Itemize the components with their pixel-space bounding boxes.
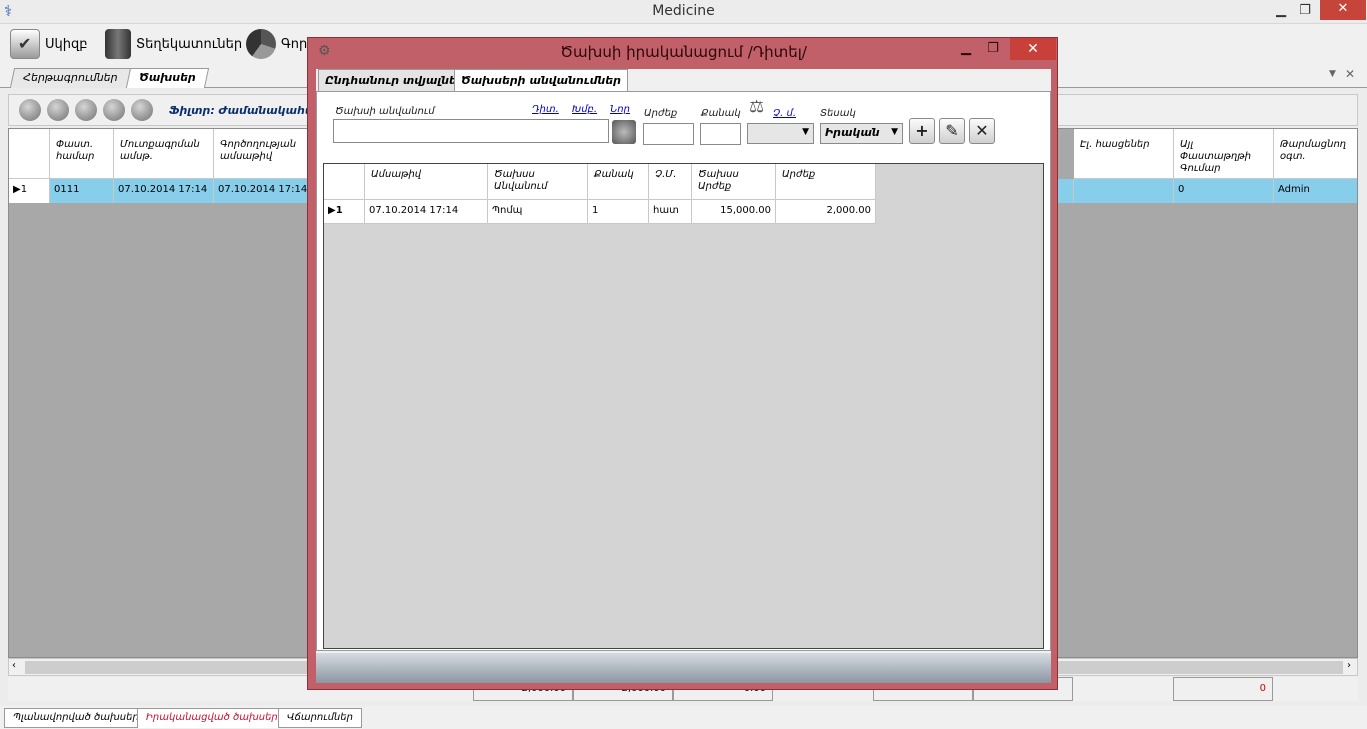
table-cell[interactable]: 0: [1174, 179, 1274, 203]
type-label: Տեսակ: [820, 108, 856, 119]
book-icon: [105, 29, 131, 59]
tab-expenses-label: Ծախսեր: [139, 71, 196, 84]
home-button[interactable]: ✔ Սկիզբ: [10, 28, 88, 60]
add-record-icon[interactable]: [19, 99, 41, 121]
table-cell[interactable]: [1074, 179, 1174, 203]
scroll-left-icon[interactable]: ‹: [12, 660, 16, 671]
bottom-tab-payments[interactable]: Վճարումներ: [278, 708, 362, 728]
column-header[interactable]: Թարմացնող օգտ.: [1274, 129, 1357, 179]
tab-close-icon[interactable]: ✕: [1345, 67, 1355, 81]
title-bar: ⚕ Medicine ▁ ❐ ✕: [0, 0, 1367, 24]
name-input[interactable]: [333, 119, 609, 143]
group-link[interactable]: Խմբ.: [572, 104, 597, 115]
dialog-tab-expense-names[interactable]: Ծախսերի անվանումներ: [454, 69, 628, 91]
table-cell[interactable]: Պոմպ: [488, 200, 588, 224]
close-button[interactable]: ✕: [1320, 0, 1366, 20]
bottom-tabs: Պլանավորված ծախսեր Իրականացված ծախսեր Վճ…: [0, 706, 1367, 729]
dialog-minimize-button[interactable]: ▁: [954, 41, 978, 59]
edit-icon: ✎: [945, 121, 959, 140]
bottom-tab-executed[interactable]: Իրականացված ծախսեր: [137, 708, 287, 728]
scroll-right-icon[interactable]: ›: [1347, 660, 1351, 671]
row-header-corner: [324, 164, 365, 200]
chart-icon: [246, 29, 276, 59]
type-select-value: Իրական: [825, 126, 880, 139]
home-label: Սկիզբ: [45, 36, 88, 52]
column-header[interactable]: Ծախսս Արժեք: [692, 164, 776, 200]
maximize-button[interactable]: ❐: [1294, 2, 1316, 20]
tab-queue-label: Հերթագրումներ: [23, 71, 118, 84]
dialog-footer: [316, 653, 1051, 683]
delete-button[interactable]: ✕: [969, 118, 995, 144]
delete-record-icon[interactable]: [131, 99, 153, 121]
total-value: 0: [1173, 677, 1273, 701]
row-marker[interactable]: ▶1: [9, 179, 50, 203]
search-link[interactable]: Դիտ.: [532, 104, 559, 115]
row-header-corner: [9, 129, 50, 179]
column-header[interactable]: Ծախսս Անվանում: [488, 164, 588, 200]
column-header[interactable]: Փաստ. համար: [50, 129, 114, 179]
edit-button[interactable]: ✎: [939, 118, 965, 144]
dialog-title: Ծախսի իրականացում /Դիտել/: [560, 43, 807, 61]
column-header[interactable]: Արժեք: [776, 164, 876, 200]
price-label: Արժեք: [644, 108, 678, 119]
directories-button[interactable]: Տեղեկատուներ: [105, 28, 242, 60]
column-header[interactable]: Քանակ: [588, 164, 649, 200]
column-header[interactable]: Մուտքագրման ամսթ.: [114, 129, 214, 179]
type-select[interactable]: Իրական ▼: [820, 123, 903, 144]
add-button[interactable]: +: [909, 118, 935, 144]
column-header[interactable]: Այլ Փաստաթղթի Գումար: [1174, 129, 1274, 179]
tab-queue[interactable]: Հերթագրումներ: [9, 68, 131, 88]
name-label: Ծախսի անվանում: [335, 106, 435, 117]
qty-input[interactable]: [700, 123, 741, 145]
filter-label: Ֆիլտր: Ժամանակահատ: [169, 104, 328, 117]
table-cell[interactable]: 0111: [50, 179, 114, 203]
expense-names-grid: Ամսաթիվ Ծախսս Անվանում Քանակ Չ.Մ. Ծախսս …: [323, 163, 1044, 649]
row-marker[interactable]: ▶1: [324, 200, 365, 224]
home-icon: ✔: [10, 29, 40, 59]
tab-dropdown-icon[interactable]: ▼: [1329, 69, 1336, 79]
price-input[interactable]: [643, 123, 694, 145]
table-cell[interactable]: 2,000.00: [776, 200, 876, 224]
expense-dialog: ⚙ Ծախսի իրականացում /Դիտել/ ▁ ❐ ✕ Ընդհան…: [307, 37, 1058, 690]
qty-label: Քանակ: [701, 108, 741, 119]
scales-icon: ⚖: [749, 97, 765, 117]
search-record-icon[interactable]: [75, 99, 97, 121]
minimize-button[interactable]: ▁: [1270, 2, 1292, 20]
dialog-tab-general[interactable]: Ընդհանուր տվյալներ: [318, 69, 472, 91]
unit-link[interactable]: Չ. մ.: [773, 108, 796, 119]
unit-select[interactable]: ▼: [747, 123, 814, 144]
pick-icon[interactable]: [612, 120, 636, 144]
edit-record-icon[interactable]: [47, 99, 69, 121]
app-title: Medicine: [652, 3, 715, 19]
view-record-icon[interactable]: [103, 99, 125, 121]
dialog-tab-content: Ծախսի անվանում Դիտ. Խմբ. Նոր Արժեք Քանակ…: [316, 91, 1051, 651]
dialog-body: Ընդհանուր տվյալներ Ծախսերի անվանումներ Ծ…: [316, 69, 1051, 653]
delete-icon: ✕: [975, 121, 989, 140]
tab-expenses[interactable]: Ծախսեր: [125, 68, 209, 88]
new-link[interactable]: Նոր: [610, 104, 630, 115]
table-cell[interactable]: 15,000.00: [692, 200, 776, 224]
chevron-down-icon: ▼: [802, 127, 809, 137]
column-header[interactable]: Էլ. հասցեներ: [1074, 129, 1174, 179]
column-header[interactable]: Ամսաթիվ: [365, 164, 488, 200]
table-cell[interactable]: Admin: [1274, 179, 1357, 203]
table-cell[interactable]: 1: [588, 200, 649, 224]
column-header[interactable]: Գործողության ամսաթիվ: [214, 129, 314, 179]
directories-label: Տեղեկատուներ: [136, 36, 243, 52]
dialog-maximize-button[interactable]: ❐: [981, 41, 1005, 59]
operations-button[interactable]: Գործ: [246, 28, 315, 60]
table-cell[interactable]: 07.10.2014 17:14: [365, 200, 488, 224]
table-cell[interactable]: 07.10.2014 17:14: [114, 179, 214, 203]
chevron-down-icon: ▼: [891, 127, 898, 137]
dialog-close-button[interactable]: ✕: [1010, 38, 1056, 60]
table-cell[interactable]: հատ: [649, 200, 692, 224]
bottom-tab-planned[interactable]: Պլանավորված ծախսեր: [4, 708, 148, 728]
add-icon: +: [915, 121, 929, 140]
column-header[interactable]: Չ.Մ.: [649, 164, 692, 200]
